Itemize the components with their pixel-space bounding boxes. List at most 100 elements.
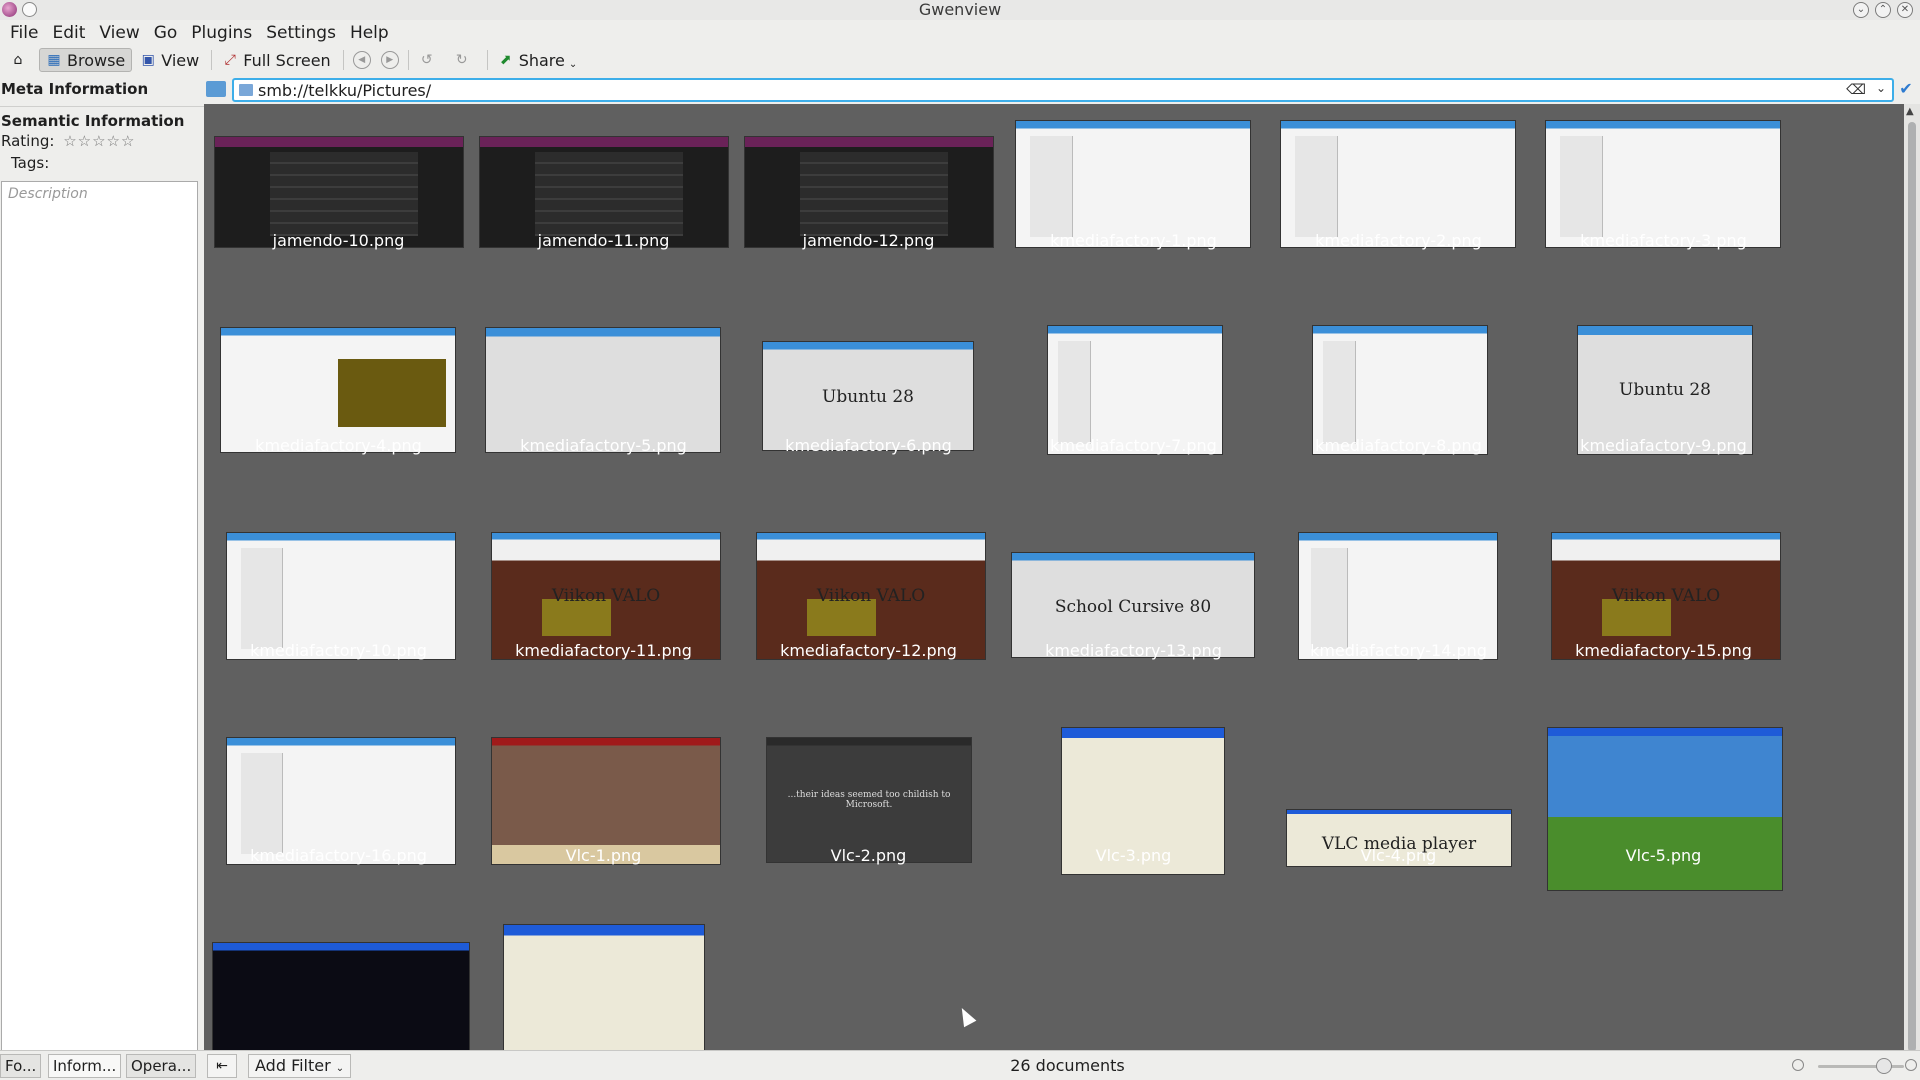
toolbar-separator — [486, 50, 488, 70]
menu-help[interactable]: Help — [346, 23, 399, 43]
thumbnail-label: kmediafactory-12.png — [780, 641, 957, 660]
thumbnail-item[interactable]: kmediafactory-14.png — [1266, 514, 1531, 719]
tab-folders[interactable]: Fo... — [0, 1054, 42, 1078]
thumbnail-label: kmediafactory-16.png — [250, 846, 427, 865]
thumbnail-item[interactable] — [471, 924, 736, 1050]
share-button[interactable]: ⬈ Share ⌄ — [492, 48, 584, 72]
toolbar-separator — [211, 50, 213, 70]
thumbnail-item[interactable]: kmediafactory-1.png — [1001, 104, 1266, 309]
scrollbar-thumb[interactable] — [1908, 122, 1916, 1052]
thumbnail-image[interactable] — [220, 327, 456, 453]
thumbnail-item[interactable]: kmediafactory-16.png — [206, 719, 471, 924]
sidebar-divider — [0, 106, 204, 107]
thumbnail-item[interactable]: jamendo-12.png — [736, 104, 1001, 309]
thumbnail-image[interactable] — [212, 942, 470, 1050]
thumbnail-item[interactable]: Ubuntu 28 kmediafactory-6.png — [736, 309, 1001, 514]
rating-row: Rating: ☆☆☆☆☆ — [0, 132, 135, 150]
thumbnail-embedded-text: Ubuntu 28 — [1619, 379, 1711, 400]
close-icon[interactable]: ✕ — [1897, 2, 1913, 18]
thumbnail-item[interactable]: jamendo-11.png — [471, 104, 736, 309]
rating-stars[interactable]: ☆☆☆☆☆ — [63, 132, 135, 150]
thumbnail-item[interactable]: Viikon VALO kmediafactory-15.png — [1531, 514, 1796, 719]
thumbnail-label: kmediafactory-9.png — [1580, 436, 1747, 455]
minimize-icon[interactable]: ⌄ — [1853, 2, 1869, 18]
thumbnail-item[interactable]: jamendo-10.png — [206, 104, 471, 309]
folder-places-icon[interactable] — [206, 81, 226, 97]
vertical-scrollbar[interactable]: ▲ — [1904, 104, 1920, 1052]
thumbnail-image[interactable] — [1545, 120, 1781, 248]
thumbnail-image[interactable] — [485, 327, 721, 453]
thumbnail-label: kmediafactory-14.png — [1310, 641, 1487, 660]
share-label: Share — [518, 50, 565, 70]
thumbnail-label: jamendo-11.png — [537, 231, 670, 250]
menu-edit[interactable]: Edit — [48, 23, 95, 43]
rotate-left-button[interactable]: ↺ — [413, 48, 446, 72]
browse-button[interactable]: ▦ Browse — [39, 48, 133, 72]
thumbnail-label: Vlc-1.png — [565, 846, 642, 865]
chevron-down-icon[interactable]: ⌄ — [1876, 81, 1886, 95]
menu-file[interactable]: File — [6, 23, 48, 43]
semantic-information-heading: Semantic Information — [1, 112, 185, 130]
thumbnail-item[interactable]: kmediafactory-3.png — [1531, 104, 1796, 309]
zoom-out-icon[interactable] — [1792, 1059, 1804, 1071]
zoom-in-icon[interactable] — [1905, 1059, 1917, 1071]
chevron-down-icon: ⌄ — [568, 58, 578, 70]
thumbnail-image[interactable]: ...their ideas seemed too childish to Mi… — [766, 737, 972, 863]
zoom-slider-handle[interactable] — [1876, 1058, 1892, 1074]
thumbnail-item[interactable]: Vlc-3.png — [1001, 719, 1266, 924]
fullscreen-button[interactable]: ⤢ Full Screen — [216, 48, 336, 72]
thumbnail-item[interactable]: kmediafactory-2.png — [1266, 104, 1531, 309]
thumbnail-image[interactable] — [1280, 120, 1516, 248]
thumbnail-item[interactable]: Ubuntu 28 kmediafactory-9.png — [1531, 309, 1796, 514]
checkmark-icon[interactable]: ✔ — [1896, 79, 1916, 99]
menu-view[interactable]: View — [95, 23, 149, 43]
thumbnail-label: kmediafactory-13.png — [1045, 641, 1222, 660]
thumbnail-item[interactable]: kmediafactory-4.png — [206, 309, 471, 514]
thumbnail-item[interactable]: kmediafactory-10.png — [206, 514, 471, 719]
fullscreen-icon: ⤢ — [224, 52, 236, 68]
next-icon[interactable]: ▶ — [380, 51, 399, 69]
thumbnail-item[interactable]: kmediafactory-8.png — [1266, 309, 1531, 514]
url-path: smb://telkku/Pictures/ — [258, 80, 432, 100]
grid-icon: ▦ — [47, 52, 61, 68]
home-button[interactable]: ⌂ — [4, 48, 37, 72]
rotate-right-button[interactable]: ↻ — [448, 48, 481, 72]
thumbnail-item[interactable]: School Cursive 80 kmediafactory-13.png — [1001, 514, 1266, 719]
thumbnail-label: Vlc-3.png — [1095, 846, 1172, 865]
tab-operations[interactable]: Opera... — [126, 1054, 197, 1078]
rating-label: Rating: — [1, 132, 55, 150]
thumbnail-image[interactable] — [503, 924, 705, 1050]
thumbnail-item[interactable]: Viikon VALO kmediafactory-11.png — [471, 514, 736, 719]
thumbnail-image[interactable]: Ubuntu 28 — [762, 341, 974, 451]
toolbar-separator — [342, 50, 344, 70]
thumbnail-item[interactable]: kmediafactory-7.png — [1001, 309, 1266, 514]
thumbnail-item[interactable]: Viikon VALO kmediafactory-12.png — [736, 514, 1001, 719]
thumbnail-image[interactable] — [1547, 727, 1783, 891]
thumbnail-item[interactable] — [206, 924, 471, 1050]
thumbnail-item[interactable]: kmediafactory-5.png — [471, 309, 736, 514]
menu-plugins[interactable]: Plugins — [187, 23, 262, 43]
thumbnail-item[interactable]: VLC media player Vlc-4.png — [1266, 719, 1531, 924]
menu-settings[interactable]: Settings — [262, 23, 346, 43]
sidebar-toggle-icon: ⇤ — [216, 1058, 228, 1074]
scroll-up-icon[interactable]: ▲ — [1906, 106, 1914, 117]
url-input[interactable]: smb://telkku/Pictures/ ⌫ ⌄ — [232, 78, 1894, 102]
thumbnail-item[interactable]: Vlc-1.png — [471, 719, 736, 924]
toggle-sidebar-button[interactable]: ⇤ — [207, 1054, 237, 1078]
thumbnail-label: kmediafactory-1.png — [1050, 231, 1217, 250]
tab-information[interactable]: Inform... — [48, 1054, 122, 1078]
thumbnail-embedded-text: VLC media player — [1321, 833, 1477, 854]
view-button[interactable]: ▣ View — [134, 48, 205, 72]
thumbnail-image[interactable] — [1015, 120, 1251, 248]
thumbnail-item[interactable]: Vlc-5.png — [1531, 719, 1796, 924]
maximize-icon[interactable]: ⌃ — [1875, 2, 1891, 18]
description-field[interactable]: Description — [1, 181, 198, 1053]
thumbnail-embedded-text: Ubuntu 28 — [822, 387, 914, 408]
clear-icon[interactable]: ⌫ — [1846, 82, 1866, 98]
add-filter-button[interactable]: Add Filter ⌄ — [248, 1054, 352, 1078]
menu-go[interactable]: Go — [150, 23, 188, 43]
previous-icon[interactable]: ◀ — [352, 51, 371, 69]
thumbnail-view[interactable]: jamendo-10.png jamendo-11.png jamendo-12.p… — [204, 104, 1904, 1050]
toolbar-separator — [407, 50, 409, 70]
thumbnail-item[interactable]: ...their ideas seemed too childish to Mi… — [736, 719, 1001, 924]
